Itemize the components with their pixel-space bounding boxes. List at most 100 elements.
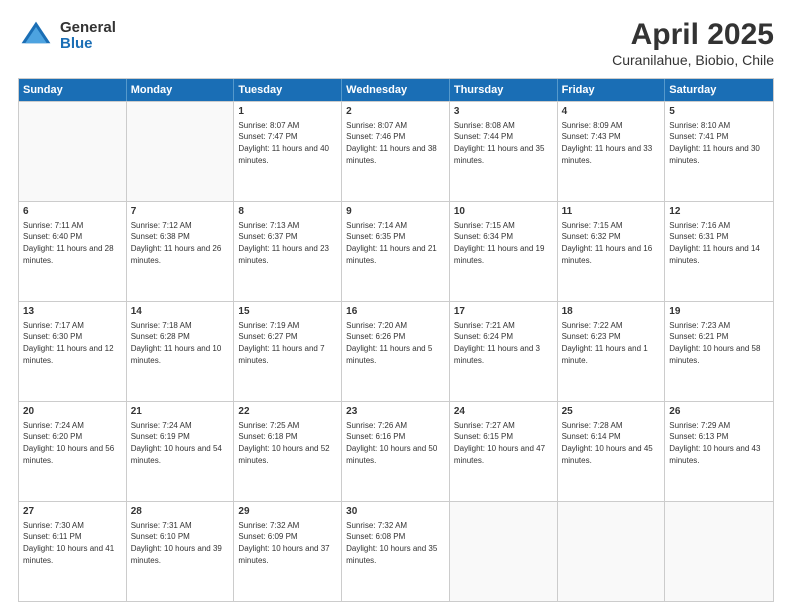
calendar-cell: 21 Sunrise: 7:24 AM Sunset: 6:19 PM Dayli…	[127, 402, 235, 501]
day-info: Sunrise: 7:16 AM Sunset: 6:31 PM Dayligh…	[669, 221, 760, 265]
day-info: Sunrise: 7:30 AM Sunset: 6:11 PM Dayligh…	[23, 521, 114, 565]
day-info: Sunrise: 7:17 AM Sunset: 6:30 PM Dayligh…	[23, 321, 114, 365]
calendar-cell: 16 Sunrise: 7:20 AM Sunset: 6:26 PM Dayli…	[342, 302, 450, 401]
calendar-cell	[665, 502, 773, 601]
calendar-cell: 3 Sunrise: 8:08 AM Sunset: 7:44 PM Daylig…	[450, 102, 558, 201]
calendar-cell: 14 Sunrise: 7:18 AM Sunset: 6:28 PM Dayli…	[127, 302, 235, 401]
calendar-cell: 12 Sunrise: 7:16 AM Sunset: 6:31 PM Dayli…	[665, 202, 773, 301]
day-info: Sunrise: 8:07 AM Sunset: 7:46 PM Dayligh…	[346, 121, 437, 165]
calendar-header-day: Saturday	[665, 79, 773, 101]
logo-blue: Blue	[60, 36, 116, 53]
day-number: 3	[454, 105, 553, 119]
day-info: Sunrise: 7:24 AM Sunset: 6:19 PM Dayligh…	[131, 421, 222, 465]
calendar-cell: 4Sunrise: 8:09 AM Sunset: 7:43 PM Daylig…	[558, 102, 666, 201]
day-number: 30	[346, 505, 445, 519]
calendar-header-day: Thursday	[450, 79, 558, 101]
day-info: Sunrise: 8:08 AM Sunset: 7:44 PM Dayligh…	[454, 121, 545, 165]
calendar-row: 20 Sunrise: 7:24 AM Sunset: 6:20 PM Dayli…	[19, 401, 773, 501]
day-info: Sunrise: 7:24 AM Sunset: 6:20 PM Dayligh…	[23, 421, 114, 465]
calendar-cell: 6 Sunrise: 7:11 AM Sunset: 6:40 PM Daylig…	[19, 202, 127, 301]
day-number: 6	[23, 205, 122, 219]
calendar-cell	[19, 102, 127, 201]
day-number: 13	[23, 305, 122, 319]
day-info: Sunrise: 7:28 AM Sunset: 6:14 PM Dayligh…	[562, 421, 653, 465]
calendar-cell: 7Sunrise: 7:12 AM Sunset: 6:38 PM Daylig…	[127, 202, 235, 301]
calendar-cell: 30 Sunrise: 7:32 AM Sunset: 6:08 PM Dayli…	[342, 502, 450, 601]
calendar-cell: 9 Sunrise: 7:14 AM Sunset: 6:35 PM Daylig…	[342, 202, 450, 301]
day-info: Sunrise: 7:22 AM Sunset: 6:23 PM Dayligh…	[562, 321, 648, 365]
day-info: Sunrise: 7:18 AM Sunset: 6:28 PM Dayligh…	[131, 321, 222, 365]
day-number: 25	[562, 405, 661, 419]
logo: General Blue	[18, 18, 116, 54]
day-info: Sunrise: 8:09 AM Sunset: 7:43 PM Dayligh…	[562, 121, 653, 165]
calendar-cell: 24Sunrise: 7:27 AM Sunset: 6:15 PM Dayli…	[450, 402, 558, 501]
calendar-cell: 8 Sunrise: 7:13 AM Sunset: 6:37 PM Daylig…	[234, 202, 342, 301]
calendar-row: 13 Sunrise: 7:17 AM Sunset: 6:30 PM Dayli…	[19, 301, 773, 401]
calendar-cell	[450, 502, 558, 601]
calendar-cell: 22Sunrise: 7:25 AM Sunset: 6:18 PM Dayli…	[234, 402, 342, 501]
header: General Blue April 2025 Curanilahue, Bio…	[18, 18, 774, 68]
calendar-cell: 17 Sunrise: 7:21 AM Sunset: 6:24 PM Dayli…	[450, 302, 558, 401]
day-number: 2	[346, 105, 445, 119]
day-info: Sunrise: 7:15 AM Sunset: 6:34 PM Dayligh…	[454, 221, 545, 265]
day-number: 17	[454, 305, 553, 319]
day-number: 27	[23, 505, 122, 519]
calendar-cell: 13 Sunrise: 7:17 AM Sunset: 6:30 PM Dayli…	[19, 302, 127, 401]
calendar-cell	[127, 102, 235, 201]
calendar-cell: 18 Sunrise: 7:22 AM Sunset: 6:23 PM Dayli…	[558, 302, 666, 401]
day-number: 1	[238, 105, 337, 119]
title-block: April 2025 Curanilahue, Biobio, Chile	[612, 18, 774, 68]
day-number: 28	[131, 505, 230, 519]
subtitle: Curanilahue, Biobio, Chile	[612, 52, 774, 68]
calendar-header-day: Tuesday	[234, 79, 342, 101]
day-number: 8	[238, 205, 337, 219]
calendar-body: 1Sunrise: 8:07 AM Sunset: 7:47 PM Daylig…	[19, 101, 773, 601]
day-number: 9	[346, 205, 445, 219]
calendar-header-day: Monday	[127, 79, 235, 101]
day-info: Sunrise: 7:26 AM Sunset: 6:16 PM Dayligh…	[346, 421, 437, 465]
day-number: 14	[131, 305, 230, 319]
calendar-cell: 1Sunrise: 8:07 AM Sunset: 7:47 PM Daylig…	[234, 102, 342, 201]
calendar-cell: 20 Sunrise: 7:24 AM Sunset: 6:20 PM Dayli…	[19, 402, 127, 501]
page: General Blue April 2025 Curanilahue, Bio…	[0, 0, 792, 612]
day-info: Sunrise: 7:29 AM Sunset: 6:13 PM Dayligh…	[669, 421, 760, 465]
day-number: 10	[454, 205, 553, 219]
logo-icon	[18, 18, 54, 54]
calendar-cell: 11 Sunrise: 7:15 AM Sunset: 6:32 PM Dayli…	[558, 202, 666, 301]
day-number: 12	[669, 205, 769, 219]
day-info: Sunrise: 7:21 AM Sunset: 6:24 PM Dayligh…	[454, 321, 540, 365]
calendar: SundayMondayTuesdayWednesdayThursdayFrid…	[18, 78, 774, 602]
day-number: 21	[131, 405, 230, 419]
day-number: 18	[562, 305, 661, 319]
day-number: 20	[23, 405, 122, 419]
calendar-header-day: Wednesday	[342, 79, 450, 101]
day-info: Sunrise: 7:20 AM Sunset: 6:26 PM Dayligh…	[346, 321, 432, 365]
day-info: Sunrise: 7:19 AM Sunset: 6:27 PM Dayligh…	[238, 321, 324, 365]
calendar-cell: 2 Sunrise: 8:07 AM Sunset: 7:46 PM Daylig…	[342, 102, 450, 201]
day-number: 16	[346, 305, 445, 319]
day-info: Sunrise: 7:25 AM Sunset: 6:18 PM Dayligh…	[238, 421, 329, 465]
day-info: Sunrise: 7:32 AM Sunset: 6:08 PM Dayligh…	[346, 521, 437, 565]
calendar-cell: 29Sunrise: 7:32 AM Sunset: 6:09 PM Dayli…	[234, 502, 342, 601]
calendar-cell: 23Sunrise: 7:26 AM Sunset: 6:16 PM Dayli…	[342, 402, 450, 501]
day-number: 19	[669, 305, 769, 319]
calendar-cell: 25 Sunrise: 7:28 AM Sunset: 6:14 PM Dayli…	[558, 402, 666, 501]
calendar-cell: 27 Sunrise: 7:30 AM Sunset: 6:11 PM Dayli…	[19, 502, 127, 601]
day-info: Sunrise: 8:10 AM Sunset: 7:41 PM Dayligh…	[669, 121, 760, 165]
calendar-cell: 15 Sunrise: 7:19 AM Sunset: 6:27 PM Dayli…	[234, 302, 342, 401]
day-info: Sunrise: 7:11 AM Sunset: 6:40 PM Dayligh…	[23, 221, 114, 265]
calendar-header-day: Sunday	[19, 79, 127, 101]
calendar-row: 1Sunrise: 8:07 AM Sunset: 7:47 PM Daylig…	[19, 101, 773, 201]
calendar-cell	[558, 502, 666, 601]
day-info: Sunrise: 7:15 AM Sunset: 6:32 PM Dayligh…	[562, 221, 653, 265]
day-number: 24	[454, 405, 553, 419]
day-number: 11	[562, 205, 661, 219]
day-number: 15	[238, 305, 337, 319]
logo-general: General	[60, 20, 116, 37]
day-info: Sunrise: 7:14 AM Sunset: 6:35 PM Dayligh…	[346, 221, 437, 265]
day-info: Sunrise: 7:12 AM Sunset: 6:38 PM Dayligh…	[131, 221, 222, 265]
main-title: April 2025	[612, 18, 774, 52]
calendar-row: 27 Sunrise: 7:30 AM Sunset: 6:11 PM Dayli…	[19, 501, 773, 601]
day-info: Sunrise: 7:13 AM Sunset: 6:37 PM Dayligh…	[238, 221, 329, 265]
day-info: Sunrise: 7:23 AM Sunset: 6:21 PM Dayligh…	[669, 321, 760, 365]
